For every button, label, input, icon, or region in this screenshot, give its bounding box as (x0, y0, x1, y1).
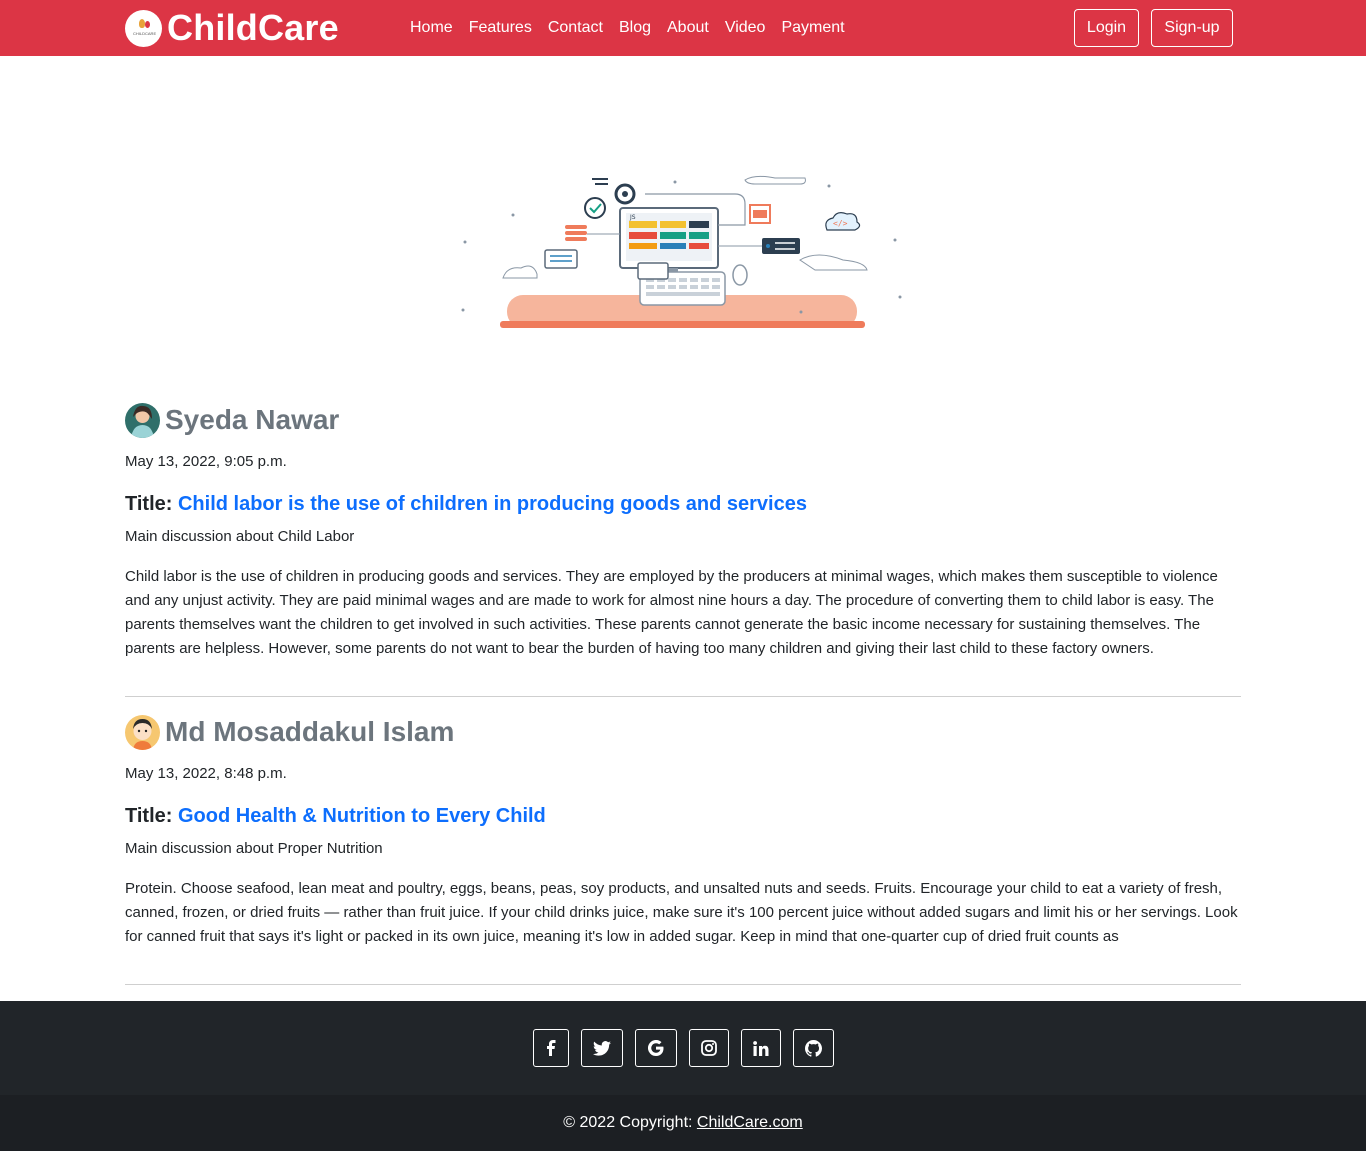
nav-link-video[interactable]: Video (717, 17, 774, 39)
login-button[interactable]: Login (1074, 9, 1139, 47)
nav-link-blog[interactable]: Blog (611, 17, 659, 39)
brand-link[interactable]: CHILDCARE ChildCare (125, 8, 339, 48)
brand-logo-icon: CHILDCARE (125, 9, 162, 47)
post-date: May 13, 2022, 8:48 p.m. (125, 765, 287, 782)
nav-link-about[interactable]: About (659, 17, 717, 39)
copyright-link[interactable]: ChildCare.com (697, 1114, 803, 1131)
social-links (0, 1029, 1366, 1067)
post-subtitle: Main discussion about Proper Nutrition (125, 840, 383, 857)
post-title-label: Title: (125, 493, 173, 515)
navbar: CHILDCARE ChildCare Home Features Contac… (0, 0, 1366, 56)
facebook-icon[interactable] (532, 1029, 569, 1067)
nav-link-payment[interactable]: Payment (773, 17, 852, 39)
post-date: May 13, 2022, 9:05 p.m. (125, 453, 287, 470)
post-body: Protein. Choose seafood, lean meat and p… (125, 880, 1238, 945)
github-icon[interactable] (792, 1029, 834, 1067)
web-development-illustration-icon: JS </> (461, 175, 902, 328)
post-title: Title: Good Health & Nutrition to Every … (125, 803, 1241, 829)
post-title: Title: Child labor is the use of childre… (125, 491, 1241, 517)
post-author-row: Md Mosaddakul Islam (125, 714, 1241, 750)
footer-social-bar (0, 1001, 1366, 1095)
svg-text:JS: JS (629, 214, 636, 221)
twitter-icon[interactable] (580, 1029, 623, 1067)
blog-post: Syeda Nawar May 13, 2022, 9:05 p.m. Titl… (125, 402, 1241, 661)
linkedin-icon[interactable] (740, 1029, 781, 1067)
post-subtitle: Main discussion about Child Labor (125, 528, 355, 545)
post-divider (125, 984, 1241, 985)
author-name[interactable]: Md Mosaddakul Islam (165, 716, 454, 748)
nav-link-home[interactable]: Home (402, 17, 461, 39)
post-divider (125, 696, 1241, 697)
copyright-text: © 2022 Copyright: (563, 1114, 697, 1131)
post-author-row: Syeda Nawar (125, 402, 1241, 438)
brand-name: ChildCare (167, 7, 339, 48)
post-body: Child labor is the use of children in pr… (125, 568, 1218, 657)
google-icon[interactable] (634, 1029, 677, 1067)
nav-link-features[interactable]: Features (461, 17, 540, 39)
post-title-link[interactable]: Good Health & Nutrition to Every Child (178, 805, 546, 827)
footer-copyright: © 2022 Copyright: ChildCare.com (0, 1095, 1366, 1151)
author-avatar[interactable] (125, 714, 160, 750)
post-title-link[interactable]: Child labor is the use of children in pr… (178, 493, 807, 515)
nav-menu: Home Features Contact Blog About Video P… (402, 17, 853, 39)
hero-illustration: JS </> (455, 170, 910, 335)
svg-text:</>: </> (833, 219, 848, 228)
nav-link-contact[interactable]: Contact (540, 17, 611, 39)
instagram-icon[interactable] (688, 1029, 729, 1067)
author-avatar[interactable] (125, 402, 160, 438)
author-name[interactable]: Syeda Nawar (165, 404, 339, 436)
signup-button[interactable]: Sign-up (1151, 9, 1233, 47)
post-title-label: Title: (125, 805, 173, 827)
blog-post: Md Mosaddakul Islam May 13, 2022, 8:48 p… (125, 714, 1241, 949)
